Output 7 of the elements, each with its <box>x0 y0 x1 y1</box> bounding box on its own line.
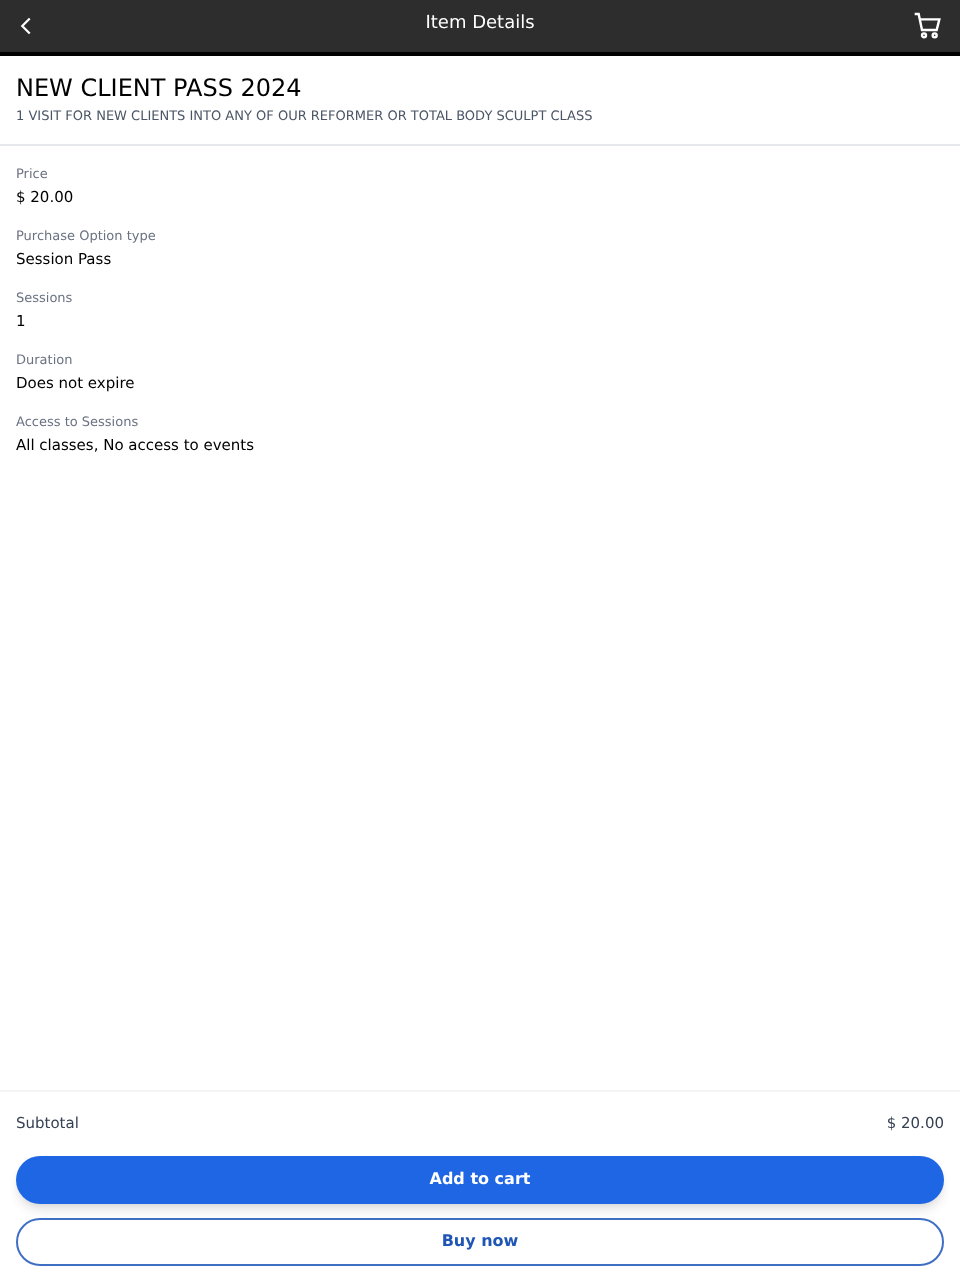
back-icon <box>16 12 36 40</box>
add-to-cart-button[interactable]: Add to cart <box>16 1156 944 1204</box>
item-name: NEW CLIENT PASS 2024 <box>16 72 304 104</box>
page-title: Item Details <box>425 12 535 39</box>
cart-icon <box>912 10 944 42</box>
cart-button[interactable] <box>912 10 944 42</box>
buy-now-button[interactable]: Buy now <box>16 1218 944 1266</box>
